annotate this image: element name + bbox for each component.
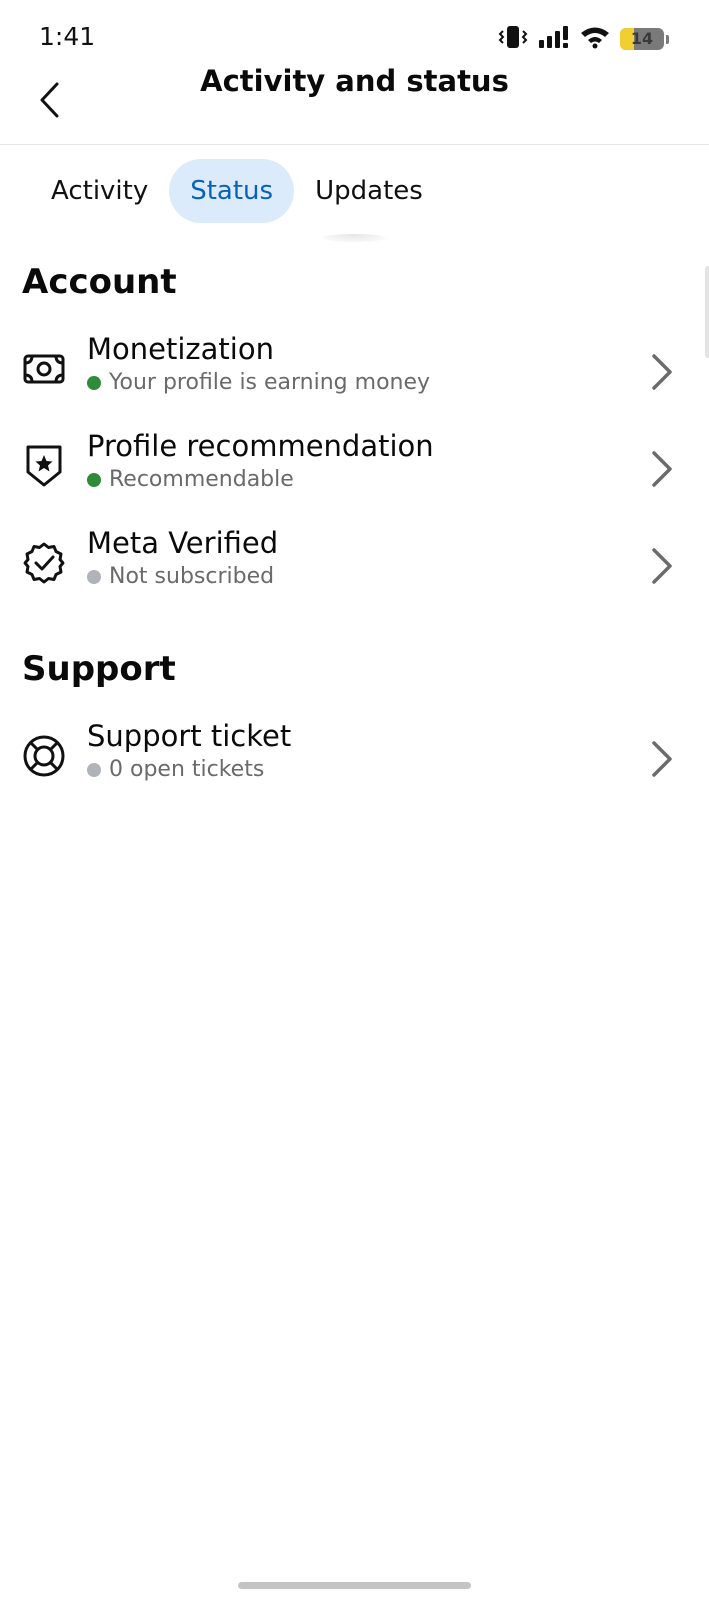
money-icon xyxy=(22,347,66,391)
shield-star-icon xyxy=(22,444,66,488)
tab-bar: Activity Status Updates xyxy=(30,158,444,224)
signal-icon xyxy=(538,25,570,53)
status-dot-inactive xyxy=(87,762,101,777)
item-title: Support ticket xyxy=(87,719,292,753)
item-title: Monetization xyxy=(87,332,274,366)
header: Activity and status xyxy=(0,60,709,145)
status-time: 1:41 xyxy=(39,22,96,51)
tab-activity[interactable]: Activity xyxy=(30,159,169,223)
chevron-right-icon xyxy=(652,741,672,777)
status-dot-active xyxy=(87,472,101,487)
item-subtitle: Your profile is earning money xyxy=(87,370,430,395)
tab-bar-shadow xyxy=(322,234,386,242)
tab-updates[interactable]: Updates xyxy=(294,159,444,223)
section-title-support: Support xyxy=(22,649,176,689)
verified-badge-icon xyxy=(22,541,66,585)
status-dot-active xyxy=(87,375,101,390)
lifebuoy-icon xyxy=(22,734,66,778)
vibrate-icon xyxy=(498,24,528,54)
list-item-monetization[interactable]: Monetization Your profile is earning mon… xyxy=(0,332,709,418)
item-subtitle-text: Not subscribed xyxy=(109,564,275,589)
section-title-account: Account xyxy=(22,262,177,302)
item-subtitle: Not subscribed xyxy=(87,564,274,589)
chevron-right-icon xyxy=(652,354,672,390)
chevron-right-icon xyxy=(652,548,672,584)
item-subtitle-text: Your profile is earning money xyxy=(109,370,431,395)
item-subtitle: Recommendable xyxy=(87,467,294,492)
item-title: Meta Verified xyxy=(87,526,279,560)
list-item-profile-recommendation[interactable]: Profile recommendation Recommendable xyxy=(0,429,709,515)
item-subtitle: 0 open tickets xyxy=(87,757,264,782)
home-indicator[interactable] xyxy=(238,1582,471,1589)
status-dot-inactive xyxy=(87,569,101,584)
battery-nub xyxy=(666,34,669,44)
item-subtitle-text: 0 open tickets xyxy=(109,757,265,782)
status-icons: 14 xyxy=(498,24,669,54)
list-item-meta-verified[interactable]: Meta Verified Not subscribed xyxy=(0,526,709,612)
battery-level: 14 xyxy=(630,29,654,48)
list-item-support-ticket[interactable]: Support ticket 0 open tickets xyxy=(0,719,709,805)
tab-status[interactable]: Status xyxy=(169,159,295,223)
page-title: Activity and status xyxy=(200,64,509,98)
item-title: Profile recommendation xyxy=(87,429,434,463)
battery-icon: 14 xyxy=(620,28,664,50)
item-subtitle-text: Recommendable xyxy=(109,467,294,492)
chevron-right-icon xyxy=(652,451,672,487)
wifi-icon xyxy=(580,25,610,53)
